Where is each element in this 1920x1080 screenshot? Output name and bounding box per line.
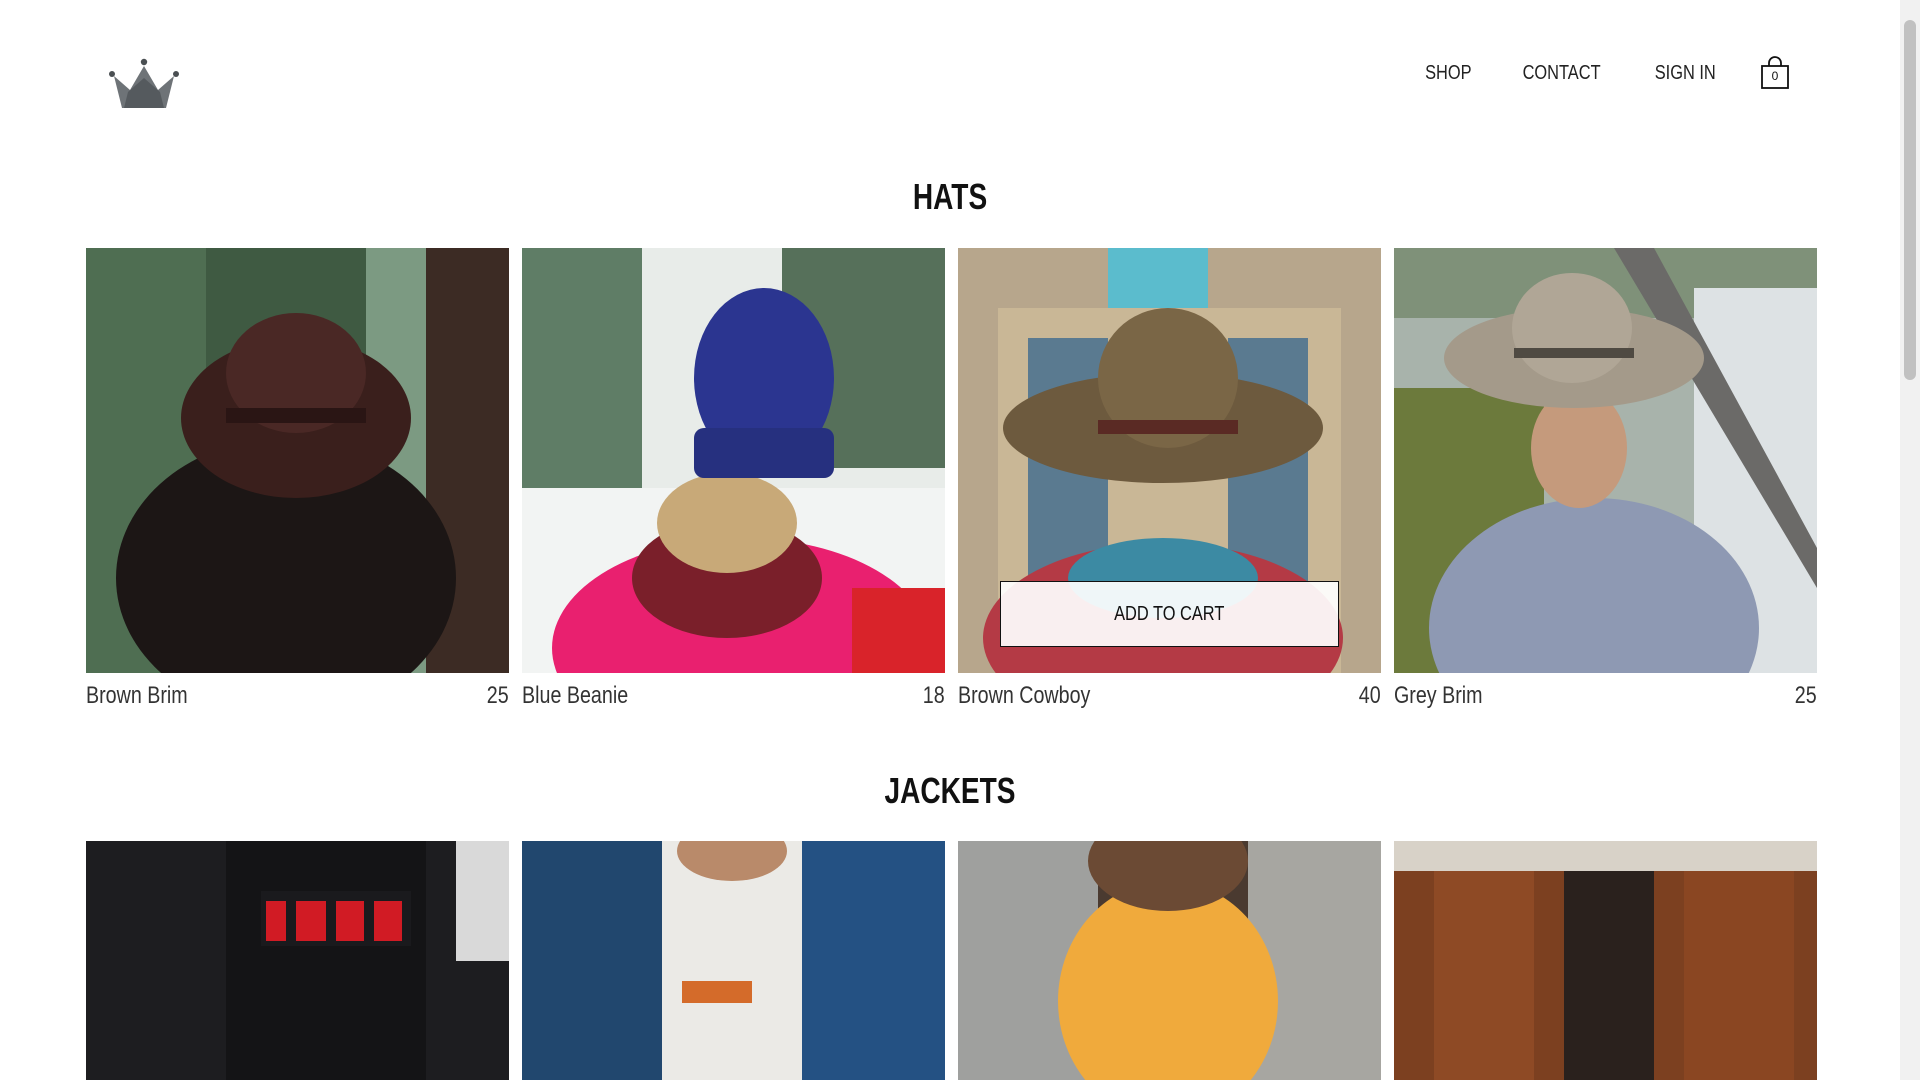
add-to-cart-button[interactable]: ADD TO CART: [1000, 581, 1339, 647]
product-name: Brown Cowboy: [958, 682, 1091, 709]
product-card[interactable]: ADD TO CART Brown Cowboy 40: [958, 248, 1381, 719]
product-price: 25: [487, 682, 509, 709]
product-price: 18: [923, 682, 945, 709]
jackets-grid: [86, 841, 1817, 1080]
product-card[interactable]: [958, 841, 1381, 1080]
product-card[interactable]: [86, 841, 509, 1080]
shopping-bag-icon[interactable]: 0: [1760, 56, 1790, 90]
section-title-jackets: JACKETS: [884, 770, 1016, 811]
product-price: 40: [1359, 682, 1381, 709]
product-card[interactable]: Grey Brim 25: [1394, 248, 1817, 719]
product-name: Grey Brim: [1394, 682, 1483, 709]
product-price: 25: [1795, 682, 1817, 709]
product-image[interactable]: [958, 841, 1381, 1080]
nav-sign-in-link[interactable]: SIGN IN: [1654, 62, 1715, 85]
nav-contact-link[interactable]: CONTACT: [1523, 62, 1601, 85]
header: SHOP CONTACT SIGN IN 0: [0, 0, 1900, 140]
page-scrollbar[interactable]: [1900, 0, 1920, 1080]
product-card[interactable]: Brown Brim 25: [86, 248, 509, 719]
product-info: Grey Brim 25: [1394, 673, 1817, 719]
scroll-thumb[interactable]: [1904, 20, 1916, 380]
crown-logo-icon[interactable]: [108, 56, 180, 110]
product-image[interactable]: [86, 841, 509, 1080]
product-card[interactable]: [522, 841, 945, 1080]
product-image[interactable]: [522, 248, 945, 673]
product-name: Blue Beanie: [522, 682, 629, 709]
product-info: Brown Cowboy 40: [958, 673, 1381, 719]
product-info: Brown Brim 25: [86, 673, 509, 719]
product-info: Blue Beanie 18: [522, 673, 945, 719]
nav-shop-link[interactable]: SHOP: [1425, 62, 1471, 85]
product-image[interactable]: [522, 841, 945, 1080]
section-title-hats: HATS: [912, 176, 988, 217]
product-image[interactable]: ADD TO CART: [958, 248, 1381, 673]
nav-bar: SHOP CONTACT SIGN IN 0: [1420, 56, 1790, 90]
product-image[interactable]: [1394, 841, 1817, 1080]
page: SHOP CONTACT SIGN IN 0 HATS Brown Brim 2…: [0, 0, 1920, 1080]
cart-item-count: 0: [1771, 69, 1779, 83]
product-image[interactable]: [86, 248, 509, 673]
product-image[interactable]: [1394, 248, 1817, 673]
hats-grid: Brown Brim 25 Blue Beanie 18 ADD TO CART…: [86, 248, 1817, 719]
product-name: Brown Brim: [86, 682, 188, 709]
product-card[interactable]: [1394, 841, 1817, 1080]
product-card[interactable]: Blue Beanie 18: [522, 248, 945, 719]
